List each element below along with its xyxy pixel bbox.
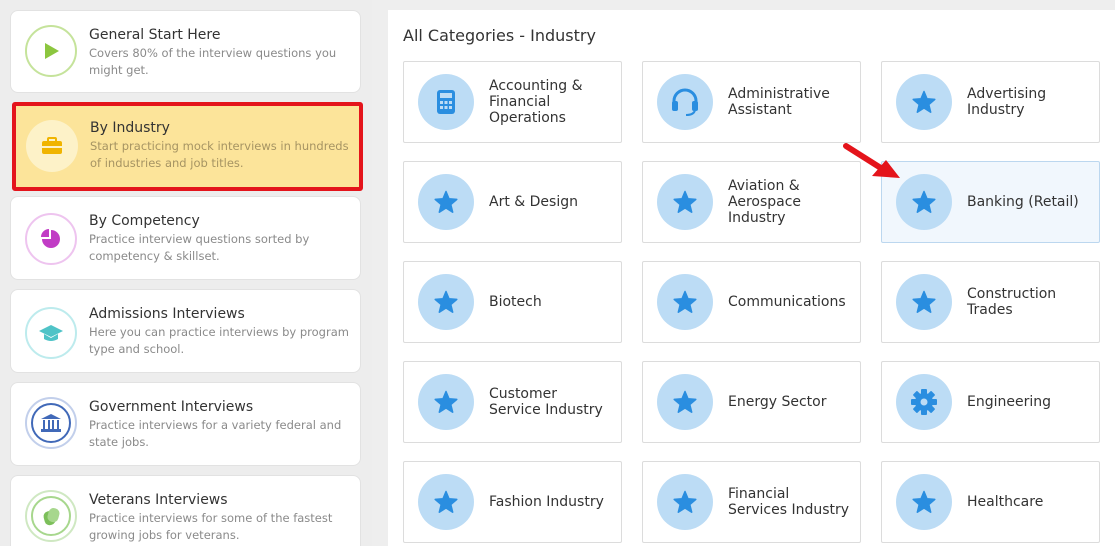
tile-label: Art & Design: [489, 194, 578, 210]
gear-icon: [896, 374, 952, 430]
sidebar-item-desc: Practice interview questions sorted by c…: [89, 232, 310, 263]
tile-fashion[interactable]: Fashion Industry: [403, 461, 622, 543]
tile-label: Financial Services Industry: [728, 486, 850, 518]
sidebar-item-title: General Start Here: [89, 27, 221, 43]
tile-label: Banking (Retail): [967, 194, 1079, 210]
tile-biotech[interactable]: Biotech: [403, 261, 622, 343]
tile-construction-trades[interactable]: Construction Trades: [881, 261, 1100, 343]
tile-label: Advertising Industry: [967, 86, 1047, 118]
tile-financial-services[interactable]: Financial Services Industry: [642, 461, 861, 543]
star-icon: [896, 474, 952, 530]
tile-label: Accounting & Financial Operations: [489, 78, 583, 126]
calculator-icon: [418, 74, 474, 130]
category-sidebar: General Start Here Covers 80% of the int…: [0, 0, 372, 546]
sidebar-item-desc: Here you can practice interviews by prog…: [89, 325, 349, 356]
tile-label: Construction Trades: [967, 286, 1057, 318]
tile-label: Healthcare: [967, 494, 1044, 510]
tile-label: Customer Service Industry: [489, 386, 603, 418]
play-icon: [25, 25, 77, 77]
graduation-cap-icon: [25, 307, 77, 359]
tile-advertising[interactable]: Advertising Industry: [881, 61, 1100, 143]
pie-chart-icon: [25, 213, 77, 265]
tile-label: Engineering: [967, 394, 1051, 410]
tile-label: Energy Sector: [728, 394, 827, 410]
star-icon: [657, 274, 713, 330]
dog-tag-icon: [25, 490, 77, 542]
star-icon: [657, 374, 713, 430]
star-icon: [418, 174, 474, 230]
star-icon: [896, 74, 952, 130]
headset-icon: [657, 74, 713, 130]
star-icon: [418, 374, 474, 430]
star-icon: [418, 274, 474, 330]
tile-art-design[interactable]: Art & Design: [403, 161, 622, 243]
tile-label: Administrative Assistant: [728, 86, 830, 118]
tile-engineering[interactable]: Engineering: [881, 361, 1100, 443]
tile-customer-service[interactable]: Customer Service Industry: [403, 361, 622, 443]
tile-banking-retail[interactable]: Banking (Retail): [881, 161, 1100, 243]
tile-healthcare[interactable]: Healthcare: [881, 461, 1100, 543]
tile-accounting[interactable]: Accounting & Financial Operations: [403, 61, 622, 143]
sidebar-item-government[interactable]: Government Interviews Practice interview…: [10, 382, 361, 466]
star-icon: [657, 474, 713, 530]
sidebar-item-title: Admissions Interviews: [89, 306, 245, 322]
government-building-icon: [25, 397, 77, 449]
sidebar-item-desc: Start practicing mock interviews in hund…: [90, 139, 349, 170]
sidebar-item-desc: Practice interviews for some of the fast…: [89, 511, 333, 542]
sidebar-item-desc: Covers 80% of the interview questions yo…: [89, 46, 337, 77]
sidebar-item-by-industry[interactable]: By Industry Start practicing mock interv…: [12, 102, 363, 191]
tile-label: Aviation & Aerospace Industry: [728, 178, 802, 226]
tile-label: Fashion Industry: [489, 494, 604, 510]
sidebar-item-desc: Practice interviews for a variety federa…: [89, 418, 342, 449]
tile-aviation[interactable]: Aviation & Aerospace Industry: [642, 161, 861, 243]
tile-label: Biotech: [489, 294, 542, 310]
sidebar-item-admissions[interactable]: Admissions Interviews Here you can pract…: [10, 289, 361, 373]
sidebar-item-by-competency[interactable]: By Competency Practice interview questio…: [10, 196, 361, 280]
briefcase-icon: [26, 120, 78, 172]
tile-label: Communications: [728, 294, 846, 310]
star-icon: [657, 174, 713, 230]
tile-energy-sector[interactable]: Energy Sector: [642, 361, 861, 443]
sidebar-item-title: By Competency: [89, 213, 200, 229]
annotation-arrow-icon: [843, 143, 900, 178]
tile-administrative-assistant[interactable]: Administrative Assistant: [642, 61, 861, 143]
sidebar-item-veterans[interactable]: Veterans Interviews Practice interviews …: [10, 475, 361, 546]
sidebar-item-title: Veterans Interviews: [89, 492, 228, 508]
page-title: All Categories - Industry: [403, 26, 596, 45]
tile-communications[interactable]: Communications: [642, 261, 861, 343]
sidebar-item-general[interactable]: General Start Here Covers 80% of the int…: [10, 10, 361, 93]
star-icon: [896, 174, 952, 230]
star-icon: [418, 474, 474, 530]
star-icon: [896, 274, 952, 330]
sidebar-item-title: By Industry: [90, 120, 170, 136]
sidebar-item-title: Government Interviews: [89, 399, 254, 415]
